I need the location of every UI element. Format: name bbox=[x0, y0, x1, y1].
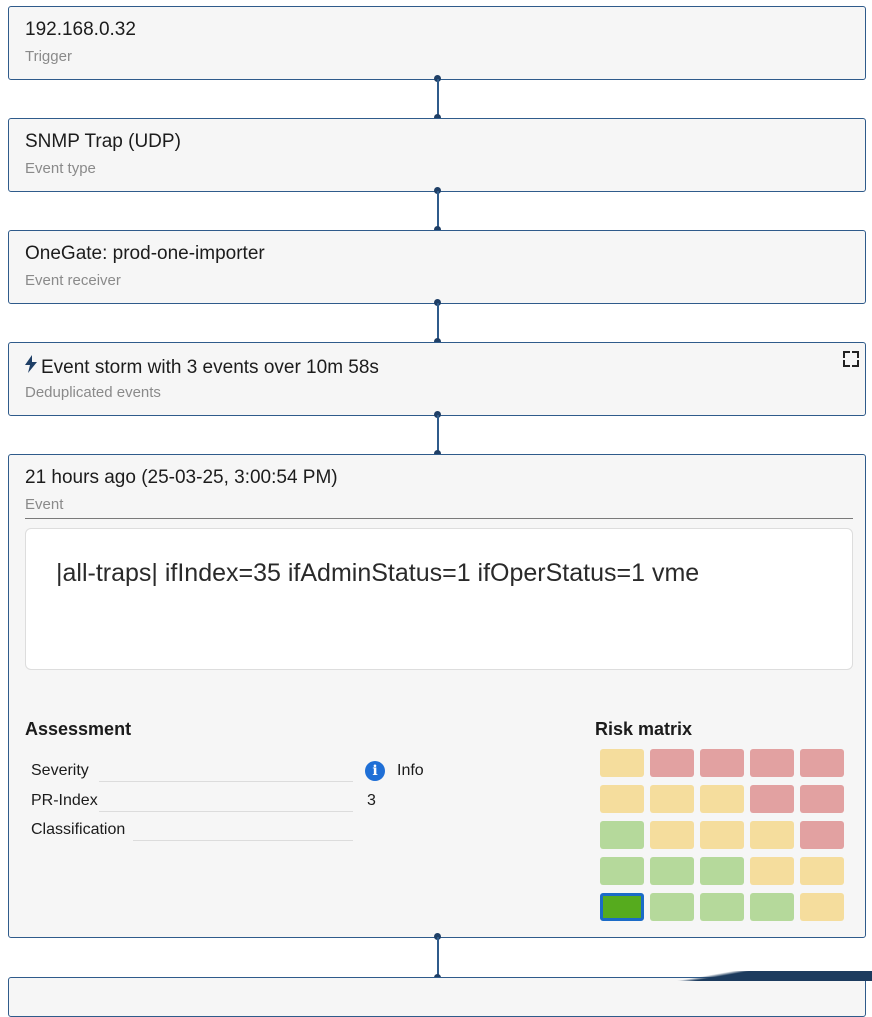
divider bbox=[25, 518, 853, 519]
risk-cell bbox=[750, 893, 794, 921]
trigger-card[interactable]: 192.168.0.32 Trigger bbox=[8, 6, 866, 80]
connector-line bbox=[437, 191, 439, 229]
risk-cell bbox=[700, 821, 744, 849]
risk-cell bbox=[600, 821, 644, 849]
risk-cell bbox=[750, 749, 794, 777]
severity-row: Severity i Info bbox=[31, 761, 429, 784]
event-card[interactable]: 21 hours ago (25-03-25, 3:00:54 PM) Even… bbox=[8, 454, 866, 938]
classification-label: Classification bbox=[31, 821, 126, 838]
severity-label: Severity bbox=[31, 762, 89, 779]
event-subtitle: Event bbox=[25, 496, 64, 513]
event-receiver-card[interactable]: OneGate: prod-one-importer Event receive… bbox=[8, 230, 866, 304]
pr-index-value: 3 bbox=[367, 792, 376, 809]
event-receiver-title: OneGate: prod-one-importer bbox=[25, 243, 265, 264]
info-icon: i bbox=[365, 761, 385, 781]
event-message: |all-traps| ifIndex=35 ifAdminStatus=1 i… bbox=[56, 559, 700, 587]
risk-cell bbox=[650, 821, 694, 849]
event-type-title: SNMP Trap (UDP) bbox=[25, 131, 181, 152]
risk-cell bbox=[750, 821, 794, 849]
risk-cell bbox=[750, 785, 794, 813]
event-storm-title: Event storm with 3 events over 10m 58s bbox=[25, 355, 379, 379]
connector-line bbox=[437, 937, 439, 977]
event-storm-label: Event storm with 3 events over 10m 58s bbox=[41, 357, 379, 378]
risk-cell bbox=[650, 749, 694, 777]
risk-cell bbox=[700, 893, 744, 921]
event-timestamp: 21 hours ago (25-03-25, 3:00:54 PM) bbox=[25, 467, 338, 488]
event-message-box: |all-traps| ifIndex=35 ifAdminStatus=1 i… bbox=[25, 528, 853, 670]
risk-cell bbox=[600, 785, 644, 813]
assessment-heading: Assessment bbox=[25, 719, 132, 739]
risk-cell bbox=[700, 857, 744, 885]
risk-cell bbox=[700, 749, 744, 777]
event-type-card[interactable]: SNMP Trap (UDP) Event type bbox=[8, 118, 866, 192]
fullscreen-icon[interactable] bbox=[843, 351, 859, 367]
risk-cell bbox=[600, 857, 644, 885]
next-card[interactable] bbox=[8, 977, 866, 1017]
risk-cell bbox=[650, 785, 694, 813]
event-receiver-subtitle: Event receiver bbox=[25, 272, 121, 289]
risk-cell bbox=[800, 749, 844, 777]
risk-cell bbox=[800, 893, 844, 921]
classification-row: Classification bbox=[31, 821, 429, 843]
trigger-subtitle: Trigger bbox=[25, 48, 72, 65]
connector-line bbox=[437, 303, 439, 341]
risk-cell bbox=[650, 857, 694, 885]
trigger-title: 192.168.0.32 bbox=[25, 19, 136, 40]
leader-line bbox=[133, 840, 353, 841]
pr-index-label: PR-Index bbox=[31, 792, 98, 809]
deduplicated-events-subtitle: Deduplicated events bbox=[25, 384, 161, 401]
event-type-subtitle: Event type bbox=[25, 160, 96, 177]
deduplicated-events-card[interactable]: Event storm with 3 events over 10m 58s D… bbox=[8, 342, 866, 416]
risk-cell bbox=[700, 785, 744, 813]
lightning-bolt-icon bbox=[25, 355, 37, 378]
severity-value: i Info bbox=[365, 761, 424, 781]
risk-cell bbox=[750, 857, 794, 885]
risk-cell bbox=[800, 785, 844, 813]
leader-line bbox=[99, 781, 353, 782]
leader-line bbox=[99, 811, 353, 812]
risk-cell bbox=[800, 821, 844, 849]
risk-cell-selected bbox=[600, 893, 644, 921]
risk-cell bbox=[800, 857, 844, 885]
decorative-corner bbox=[572, 971, 872, 981]
connector-line bbox=[437, 79, 439, 117]
pr-index-row: PR-Index 3 bbox=[31, 792, 429, 814]
connector-line bbox=[437, 415, 439, 453]
risk-matrix-heading: Risk matrix bbox=[595, 719, 693, 739]
risk-cell bbox=[650, 893, 694, 921]
severity-text: Info bbox=[397, 762, 424, 780]
risk-cell bbox=[600, 749, 644, 777]
